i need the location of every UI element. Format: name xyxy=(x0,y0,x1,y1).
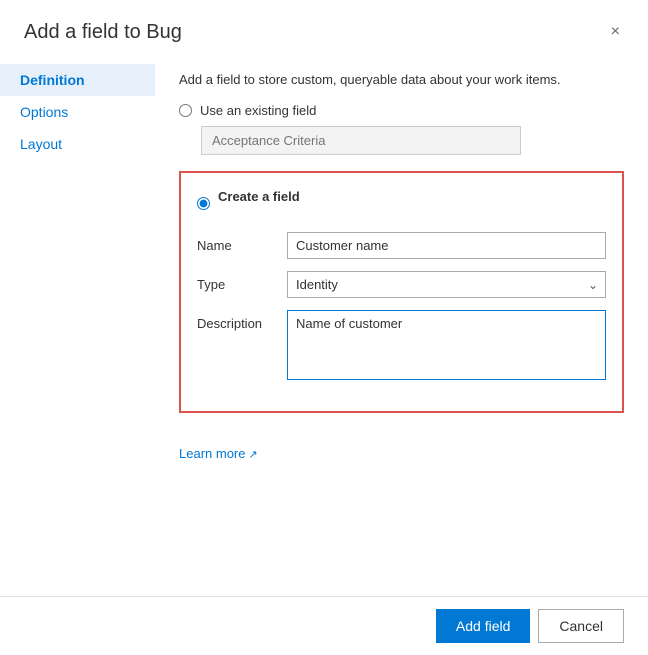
type-row: Type Identity String Integer DateTime Bo… xyxy=(197,271,606,298)
use-existing-label[interactable]: Use an existing field xyxy=(200,103,316,118)
dialog-title: Add a field to Bug xyxy=(24,21,182,44)
create-field-radio[interactable] xyxy=(197,197,210,210)
create-field-box: Create a field Name Type Identity xyxy=(179,171,624,413)
description-label: Description xyxy=(197,310,287,331)
existing-field-input[interactable] xyxy=(201,126,521,155)
create-field-label[interactable]: Create a field xyxy=(218,189,300,204)
cancel-button[interactable]: Cancel xyxy=(538,609,624,643)
main-content: Add a field to store custom, queryable d… xyxy=(155,56,648,596)
use-existing-radio[interactable] xyxy=(179,104,192,117)
type-select-wrapper: Identity String Integer DateTime Boolean… xyxy=(287,271,606,298)
learn-more-link[interactable]: Learn more↗ xyxy=(179,446,258,461)
sidebar-item-definition[interactable]: Definition xyxy=(0,64,155,96)
existing-field-section xyxy=(201,126,624,155)
type-control: Identity String Integer DateTime Boolean… xyxy=(287,271,606,298)
dialog-header: Add a field to Bug × xyxy=(0,0,648,56)
type-select[interactable]: Identity String Integer DateTime Boolean… xyxy=(287,271,606,298)
description-textarea[interactable]: Name of customer xyxy=(287,310,606,380)
sidebar-item-layout[interactable]: Layout xyxy=(0,128,155,160)
type-label: Type xyxy=(197,271,287,292)
name-input[interactable] xyxy=(287,232,606,259)
name-control xyxy=(287,232,606,259)
dialog-footer: Add field Cancel xyxy=(0,596,648,655)
dialog-body: Definition Options Layout Add a field to… xyxy=(0,56,648,596)
dialog: Add a field to Bug × Definition Options … xyxy=(0,0,648,655)
sidebar-item-options[interactable]: Options xyxy=(0,96,155,128)
close-button[interactable]: × xyxy=(607,20,624,44)
sidebar: Definition Options Layout xyxy=(0,56,155,596)
name-row: Name xyxy=(197,232,606,259)
add-field-button[interactable]: Add field xyxy=(436,609,530,643)
use-existing-option: Use an existing field xyxy=(179,103,624,118)
description-text: Add a field to store custom, queryable d… xyxy=(179,72,624,87)
create-field-radio-row: Create a field xyxy=(197,189,606,218)
learn-more-section: Learn more↗ xyxy=(179,437,624,469)
external-link-icon: ↗ xyxy=(248,449,257,461)
description-row: Description Name of customer xyxy=(197,310,606,383)
name-label: Name xyxy=(197,232,287,253)
description-control: Name of customer xyxy=(287,310,606,383)
